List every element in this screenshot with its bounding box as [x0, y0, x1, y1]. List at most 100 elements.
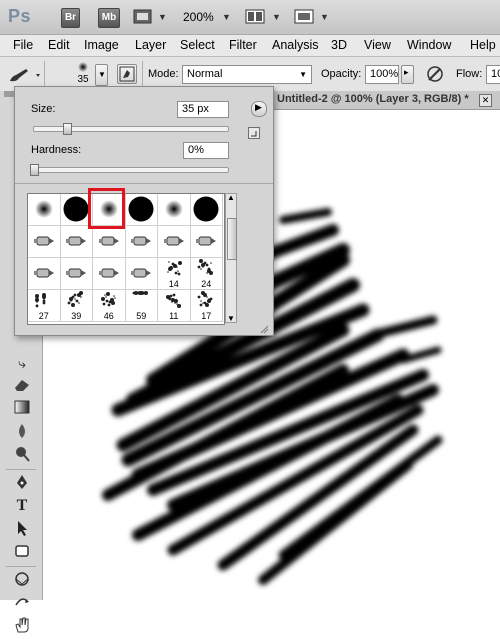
brush-preset[interactable]: [28, 258, 61, 290]
pressure-opacity-button[interactable]: [424, 64, 446, 84]
menu-filter[interactable]: Filter: [229, 38, 257, 52]
brush-size-number: 27: [38, 311, 49, 321]
brush-preset[interactable]: 46: [93, 290, 126, 322]
brush-preset[interactable]: [93, 258, 126, 290]
chevron-down-icon[interactable]: ▼: [227, 314, 235, 323]
brush-preset[interactable]: 11: [158, 290, 191, 322]
chevron-right-icon: ▶: [255, 102, 262, 112]
bristle-tip-brush-icon: [131, 236, 152, 246]
menu-edit[interactable]: Edit: [48, 38, 70, 52]
bristle-tip-brush-icon: [33, 268, 54, 278]
application-bar: Ps Br Mb ▼ 200% ▼ ▼ ▼: [0, 0, 500, 35]
chevron-down-icon[interactable]: ▼: [320, 12, 329, 22]
menu-view[interactable]: View: [364, 38, 391, 52]
scatter-brush-icon: [132, 291, 149, 295]
brush-preset[interactable]: [28, 194, 61, 226]
brush-picker-toggle[interactable]: ▼: [95, 64, 108, 86]
hardness-label: Hardness:: [31, 144, 82, 156]
brush-size-number: 39: [71, 311, 82, 321]
brush-size-number: 59: [136, 311, 147, 321]
chevron-up-icon[interactable]: ▲: [227, 193, 235, 202]
chevron-down-icon[interactable]: ▼: [158, 12, 167, 22]
menu-image[interactable]: Image: [84, 38, 119, 52]
zoom-level[interactable]: 200%: [183, 10, 214, 24]
reset-size-icon[interactable]: [248, 127, 260, 139]
brush-preset[interactable]: [93, 226, 126, 258]
brush-preset[interactable]: [28, 226, 61, 258]
3d-rotate-tool-icon[interactable]: [12, 570, 32, 590]
menu-file[interactable]: File: [13, 38, 33, 52]
bristle-tip-brush-icon: [98, 268, 119, 278]
close-icon[interactable]: ✕: [479, 94, 492, 107]
brush-preset[interactable]: 27: [28, 290, 61, 322]
flow-field[interactable]: 10: [486, 65, 500, 84]
hardness-slider-knob[interactable]: [30, 164, 39, 176]
dodge-tool-icon[interactable]: [12, 445, 32, 465]
opacity-slider-toggle[interactable]: ▸: [401, 65, 414, 84]
mini-bridge-button[interactable]: Mb: [98, 8, 120, 28]
tablet-pressure-icon: [427, 66, 443, 82]
pen-tool-icon[interactable]: [12, 473, 32, 493]
opacity-field[interactable]: 100%: [365, 65, 399, 84]
arrange-documents-button[interactable]: [245, 8, 267, 26]
brush-preset[interactable]: [125, 226, 158, 258]
brush-preset[interactable]: 24: [190, 258, 223, 290]
menu-layer[interactable]: Layer: [135, 38, 166, 52]
mode-label: Mode:: [148, 68, 179, 80]
tool-preset-picker[interactable]: [6, 66, 44, 84]
brush-panel-toggle[interactable]: [117, 64, 137, 84]
brush-size-preview[interactable]: 35: [73, 61, 93, 89]
brush-grid-scrollbar[interactable]: ▲ ▼: [225, 193, 237, 323]
brush-preset[interactable]: 39: [60, 290, 93, 322]
brush-preset[interactable]: [125, 194, 158, 226]
type-tool-icon[interactable]: T: [12, 496, 32, 516]
hardness-field[interactable]: 0%: [183, 142, 229, 159]
brush-preset[interactable]: [190, 226, 223, 258]
blur-tool-icon[interactable]: [12, 422, 32, 442]
gradient-tool-icon[interactable]: [12, 399, 32, 419]
scrollbar-thumb[interactable]: [227, 218, 237, 260]
eraser-tool-icon[interactable]: [12, 376, 32, 396]
path-selection-tool-icon[interactable]: [12, 519, 32, 539]
menu-bar: File Edit Image Layer Select Filter Anal…: [0, 35, 500, 57]
picker-menu-button[interactable]: ▶: [251, 101, 267, 117]
chevron-down-icon[interactable]: ▼: [222, 12, 231, 22]
chevron-down-icon[interactable]: ▼: [272, 12, 281, 22]
history-brush-tool-icon[interactable]: ⤷: [12, 353, 32, 373]
brush-preset[interactable]: [125, 258, 158, 290]
size-field[interactable]: 35 px: [177, 101, 229, 118]
brush-preset[interactable]: [190, 194, 223, 226]
hardness-slider-track[interactable]: [33, 167, 229, 173]
size-slider-knob[interactable]: [62, 123, 72, 135]
scatter-brush-icon: [100, 292, 116, 307]
brush-preset[interactable]: [158, 226, 191, 258]
mode-select-value: Normal: [187, 68, 223, 80]
menu-help[interactable]: Help: [470, 38, 496, 52]
soft-round-brush-icon: [164, 200, 183, 218]
brush-preset[interactable]: 59: [125, 290, 158, 322]
hand-tool-icon[interactable]: [12, 616, 32, 636]
scatter-brush-icon: [166, 261, 182, 276]
brush-preset[interactable]: 17: [190, 290, 223, 322]
menu-3d[interactable]: 3D: [331, 38, 347, 52]
screen-mode-button[interactable]: [294, 8, 316, 26]
mode-select[interactable]: Normal ▼: [182, 65, 312, 84]
bristle-tip-brush-icon: [33, 236, 54, 246]
bridge-button[interactable]: Br: [61, 8, 80, 28]
view-extras-button[interactable]: [133, 8, 155, 26]
menu-select[interactable]: Select: [180, 38, 215, 52]
rectangle-tool-icon[interactable]: [12, 542, 32, 562]
photoshop-logo: Ps: [8, 6, 32, 26]
3d-orbit-tool-icon[interactable]: [12, 593, 32, 613]
document-tab[interactable]: Untitled-2 @ 100% (Layer 3, RGB/8) * ✕: [271, 91, 500, 110]
brush-preset[interactable]: [60, 226, 93, 258]
hard-round-brush-icon: [63, 196, 89, 222]
brush-preset[interactable]: [158, 194, 191, 226]
menu-analysis[interactable]: Analysis: [272, 38, 319, 52]
divider: [6, 566, 36, 567]
bristle-tip-brush-icon: [66, 268, 87, 278]
menu-window[interactable]: Window: [407, 38, 451, 52]
brush-preset[interactable]: [60, 258, 93, 290]
brush-preset[interactable]: 14: [158, 258, 191, 290]
resize-grip-icon[interactable]: [259, 323, 269, 334]
